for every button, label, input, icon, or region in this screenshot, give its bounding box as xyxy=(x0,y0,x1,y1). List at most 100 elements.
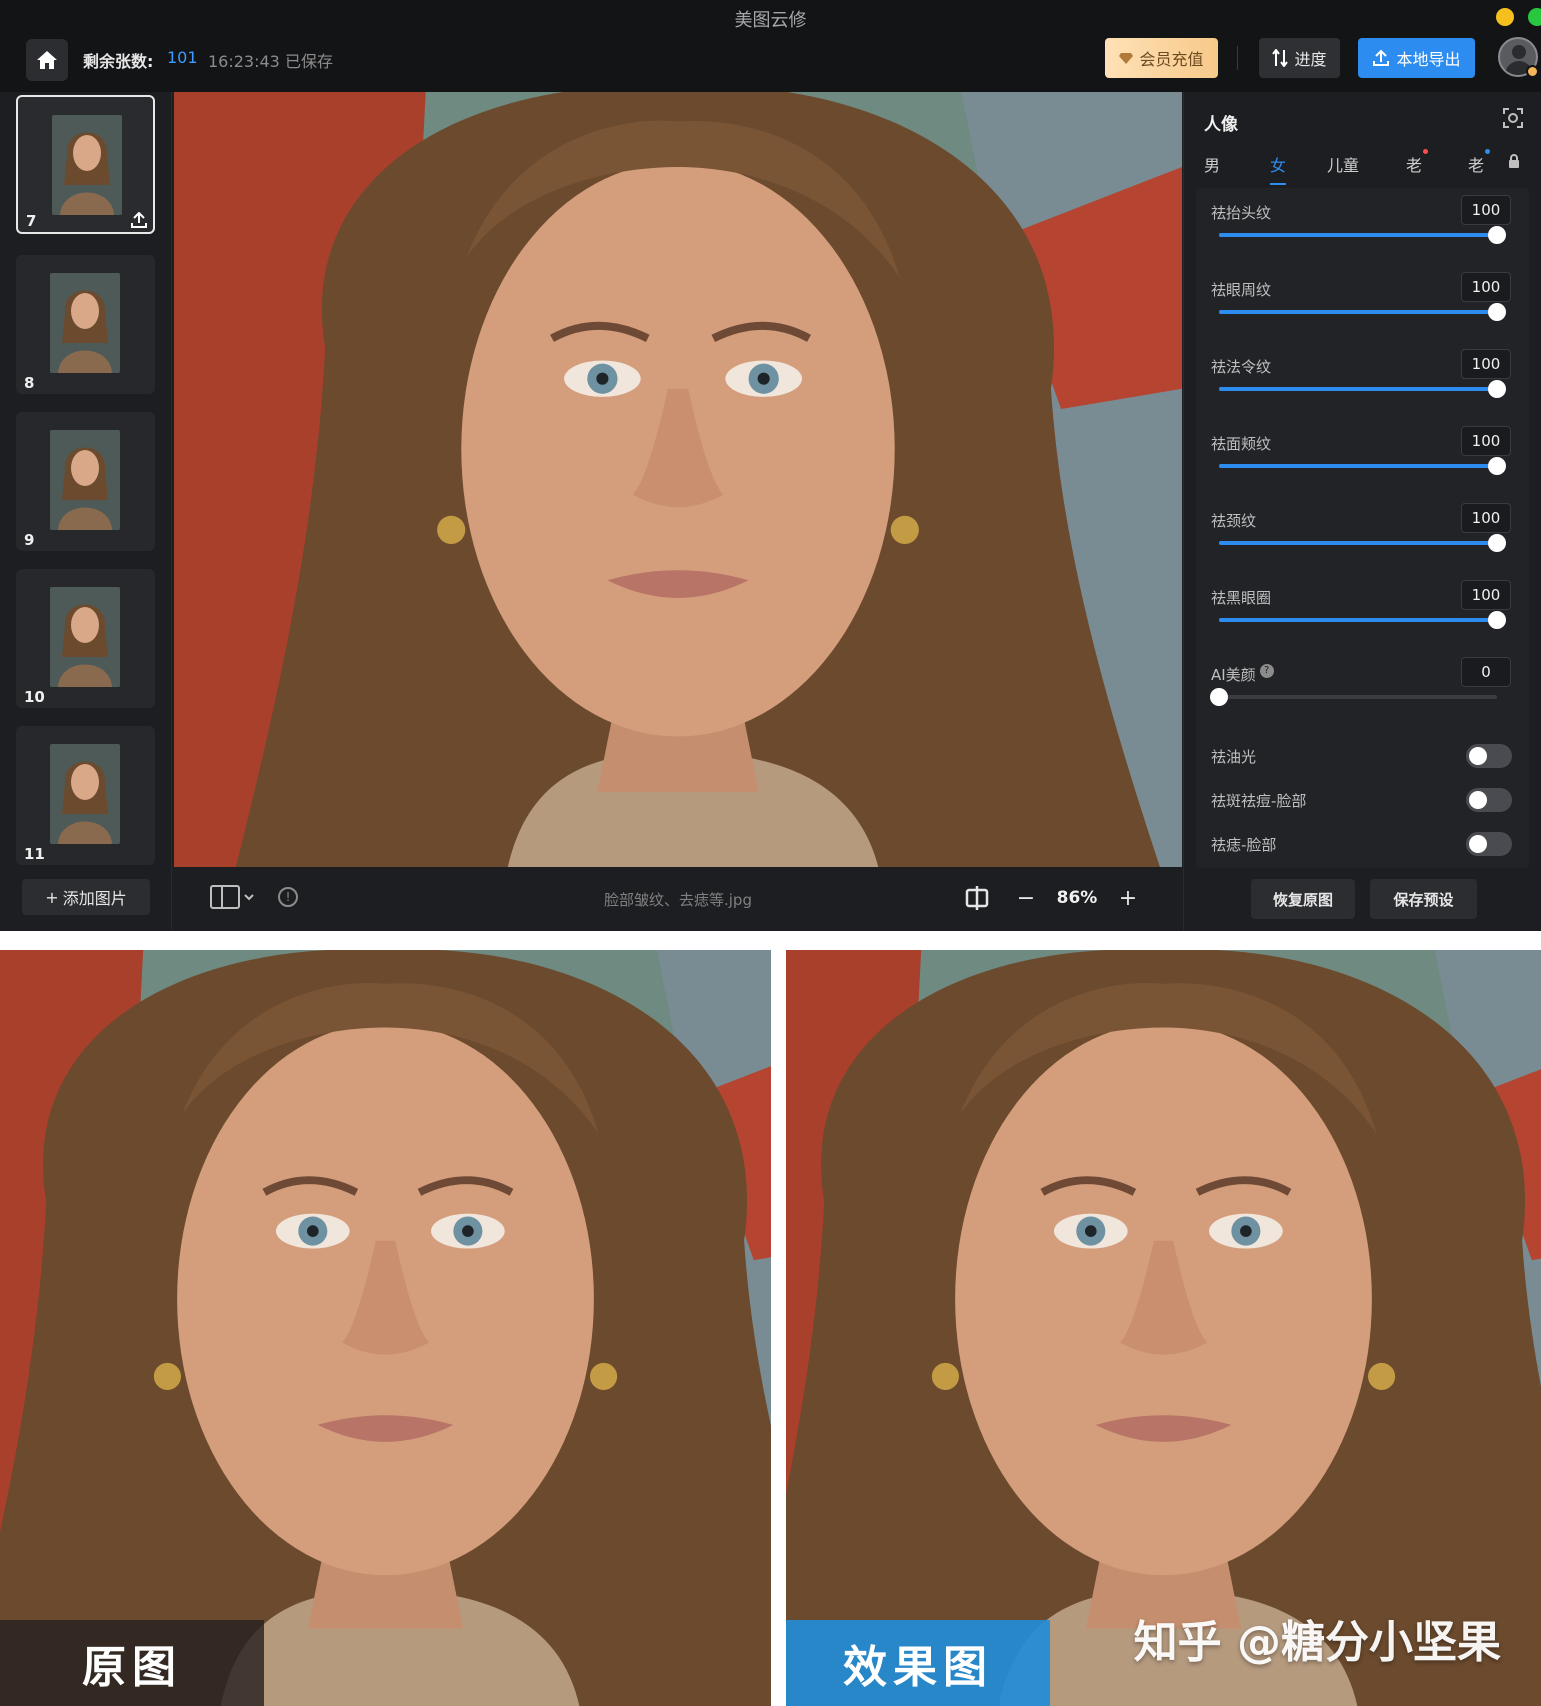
zoom-out-button[interactable]: − xyxy=(1012,886,1040,911)
toggle-remove-moles: 祛痣-脸部 xyxy=(1196,824,1529,864)
face-detect-icon[interactable] xyxy=(1503,108,1523,128)
zoom-in-button[interactable]: + xyxy=(1114,886,1142,911)
slider-track[interactable] xyxy=(1219,226,1506,244)
sort-arrows-icon xyxy=(1272,49,1289,67)
slider-track[interactable] xyxy=(1219,303,1506,321)
slider-value-input[interactable]: 100 xyxy=(1461,195,1511,225)
slider-track[interactable] xyxy=(1219,457,1506,475)
tab-elderly-female[interactable]: 老 xyxy=(1468,152,1484,176)
maximize-button[interactable] xyxy=(1528,8,1541,26)
remaining-count-label: 剩余张数: xyxy=(83,52,154,71)
thumbnail-item[interactable]: 9 xyxy=(16,412,155,551)
slider-nasolabial-folds: 祛法令纹 100 xyxy=(1196,342,1529,412)
thumbnail-item[interactable]: 10 xyxy=(16,569,155,708)
thumbnail-item[interactable]: 11 xyxy=(16,726,155,865)
tab-female[interactable]: 女 xyxy=(1270,152,1286,176)
remaining-count-value: 101 xyxy=(167,48,198,67)
slider-handle[interactable] xyxy=(1488,611,1506,629)
toggle-switch[interactable] xyxy=(1466,788,1512,812)
save-preset-button[interactable]: 保存预设 xyxy=(1370,879,1477,919)
after-image-panel: 效果图 知乎 @糖分小坚果 xyxy=(786,950,1541,1706)
toggle-switch[interactable] xyxy=(1466,744,1512,768)
local-export-label: 本地导出 xyxy=(1396,50,1461,69)
slider-fill xyxy=(1219,310,1497,314)
toggle-label: 祛油光 xyxy=(1211,748,1257,766)
diamond-icon xyxy=(1119,52,1134,64)
zoom-level: 86% xyxy=(1056,888,1098,908)
image-canvas[interactable] xyxy=(174,92,1182,867)
slider-handle[interactable] xyxy=(1488,226,1506,244)
thumbnail-image xyxy=(52,115,122,215)
slider-handle[interactable] xyxy=(1488,303,1506,321)
slider-value-input[interactable]: 100 xyxy=(1461,426,1511,456)
slider-fill xyxy=(1219,233,1497,237)
thumbnail-number: 7 xyxy=(26,212,37,230)
slider-track[interactable] xyxy=(1219,611,1506,629)
thumbnail-item[interactable]: 7 xyxy=(16,95,155,234)
slider-handle[interactable] xyxy=(1210,688,1228,706)
slider-label: 祛黑眼圈 xyxy=(1211,589,1272,607)
vip-recharge-label: 会员充值 xyxy=(1139,50,1204,69)
slider-value-input[interactable]: 100 xyxy=(1461,349,1511,379)
slider-label: AI美颜 xyxy=(1211,666,1256,684)
vip-recharge-button[interactable]: 会员充值 xyxy=(1105,38,1218,78)
help-icon[interactable]: ? xyxy=(1259,664,1274,678)
save-status: 16:23:43 已保存 xyxy=(208,52,333,71)
slider-handle[interactable] xyxy=(1488,534,1506,552)
slider-track[interactable] xyxy=(1210,688,1497,706)
before-portrait-image xyxy=(0,950,771,1706)
toggle-remove-oil-shine: 祛油光 xyxy=(1196,736,1529,776)
vip-badge-icon xyxy=(1526,65,1539,78)
slider-track[interactable] xyxy=(1219,380,1506,398)
toggle-label: 祛斑祛痘-脸部 xyxy=(1211,792,1307,810)
tab-elderly-male[interactable]: 老 xyxy=(1406,152,1422,176)
slider-ai-beauty: AI美颜? 0 xyxy=(1196,650,1529,720)
tab-male[interactable]: 男 xyxy=(1204,152,1220,176)
slider-forehead-wrinkles: 祛抬头纹 100 xyxy=(1196,188,1529,258)
slider-handle[interactable] xyxy=(1488,380,1506,398)
slider-fill xyxy=(1219,618,1497,622)
minimize-button[interactable] xyxy=(1496,8,1514,26)
home-icon xyxy=(36,50,58,70)
compare-button[interactable] xyxy=(958,881,996,915)
slider-handle[interactable] xyxy=(1488,457,1506,475)
thumbnail-number: 11 xyxy=(24,845,45,863)
slider-fill xyxy=(1219,464,1497,468)
slider-value-input[interactable]: 0 xyxy=(1461,657,1511,687)
after-label: 效果图 xyxy=(786,1620,1050,1706)
toggle-label: 祛痣-脸部 xyxy=(1211,836,1277,854)
thumbnail-image xyxy=(50,430,120,530)
upload-icon xyxy=(131,212,147,228)
adjustment-panel: 人像 男 女 儿童 老 老 祛抬头纹 100 祛眼周纹 100 祛法令纹 100… xyxy=(1183,92,1541,931)
progress-button[interactable]: 进度 xyxy=(1259,38,1340,78)
progress-label: 进度 xyxy=(1294,50,1327,69)
home-button[interactable] xyxy=(26,39,68,81)
after-portrait-image xyxy=(786,950,1541,1706)
local-export-button[interactable]: 本地导出 xyxy=(1358,38,1475,78)
thumbnail-image xyxy=(50,587,120,687)
restore-original-button[interactable]: 恢复原图 xyxy=(1251,879,1355,919)
slider-value-input[interactable]: 100 xyxy=(1461,272,1511,302)
slider-label: 祛颈纹 xyxy=(1211,512,1257,530)
before-image-panel: 原图 xyxy=(0,950,771,1706)
slider-cheek-wrinkles: 祛面颊纹 100 xyxy=(1196,419,1529,489)
portrait-image xyxy=(174,92,1182,867)
thumbnail-item[interactable]: 8 xyxy=(16,255,155,394)
toolbar-divider xyxy=(1237,46,1238,70)
toggle-switch[interactable] xyxy=(1466,832,1512,856)
tab-children[interactable]: 儿童 xyxy=(1327,152,1359,176)
before-label: 原图 xyxy=(0,1620,264,1706)
add-image-button[interactable]: + 添加图片 xyxy=(22,879,150,915)
slider-neck-wrinkles: 祛颈纹 100 xyxy=(1196,496,1529,566)
title-bar: 美图云修 xyxy=(0,0,1541,34)
slider-track[interactable] xyxy=(1219,534,1506,552)
slider-label-wrap: AI美颜? xyxy=(1211,664,1274,685)
slider-value-input[interactable]: 100 xyxy=(1461,580,1511,610)
upload-icon xyxy=(1372,49,1390,67)
top-toolbar: 剩余张数: 101 16:23:43 已保存 会员充值 进度 本地导出 xyxy=(0,34,1541,92)
slider-dark-circles: 祛黑眼圈 100 xyxy=(1196,573,1529,643)
slider-value-input[interactable]: 100 xyxy=(1461,503,1511,533)
thumbnail-number: 10 xyxy=(24,688,45,706)
thumbnail-rail: 7 8 9 10 11 + 添加图片 xyxy=(0,92,172,931)
active-tab-indicator xyxy=(1270,183,1286,185)
